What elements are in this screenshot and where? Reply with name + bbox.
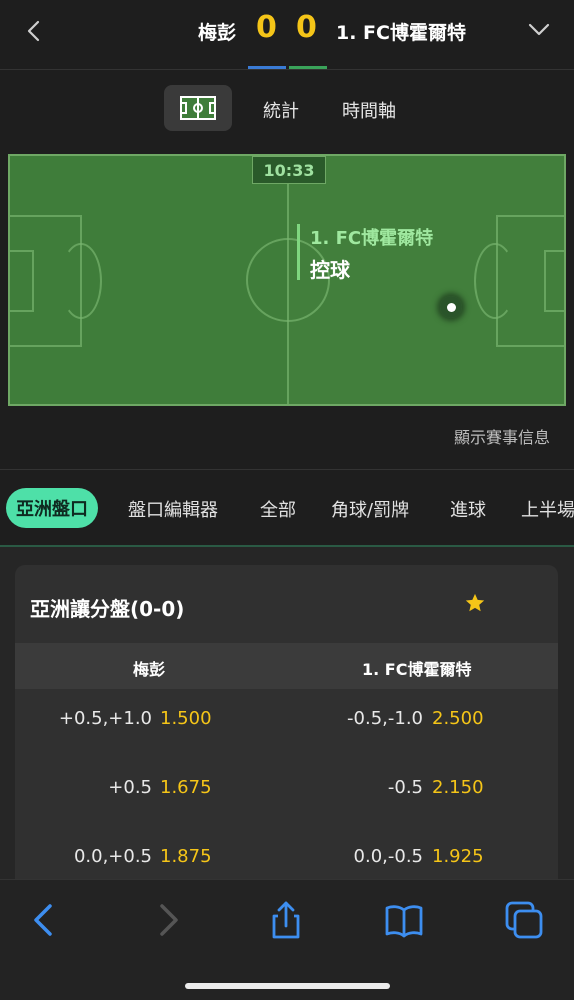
possession-marker xyxy=(297,224,300,280)
away-team-underline xyxy=(289,66,327,69)
column-home-team: 梅彭 xyxy=(133,660,166,679)
market-tabs: 亞洲盤口 盤口編輯器 全部 角球/罰牌 進球 上半場 xyxy=(0,486,574,530)
home-team-name: 梅彭 xyxy=(197,22,236,44)
left-goal-box xyxy=(10,250,34,312)
away-price-button[interactable]: 2.150 xyxy=(432,777,484,798)
right-goal-box xyxy=(544,250,564,312)
tab-asian-handicap[interactable]: 亞洲盤口 xyxy=(6,488,98,528)
share-icon[interactable] xyxy=(266,900,306,940)
home-team-underline xyxy=(248,66,286,69)
odds-row: +0.5,+1.0 1.500 -0.5,-1.0 2.500 xyxy=(15,708,558,748)
home-price-button[interactable]: 1.675 xyxy=(160,777,212,798)
view-tabs: 統計 時間軸 xyxy=(0,85,574,131)
tab-all[interactable]: 全部 xyxy=(260,496,296,522)
tab-pitch[interactable] xyxy=(164,85,232,131)
ball-icon xyxy=(440,296,462,318)
away-handicap: -0.5 xyxy=(387,777,423,798)
browser-back-icon[interactable] xyxy=(24,900,64,940)
tab-first-half[interactable]: 上半場 xyxy=(521,496,574,522)
home-handicap: +0.5,+1.0 xyxy=(58,708,152,729)
tab-corners-cards[interactable]: 角球/罰牌 xyxy=(331,496,409,522)
browser-toolbar xyxy=(0,879,574,1000)
home-price-button[interactable]: 1.500 xyxy=(160,708,212,729)
back-chevron-icon[interactable] xyxy=(24,20,44,42)
show-match-info-link[interactable]: 顯示賽事信息 xyxy=(454,424,550,448)
away-handicap: 0.0,-0.5 xyxy=(353,846,423,867)
match-clock: 10:33 xyxy=(252,156,326,184)
market-card: 亞洲讓分盤(0-0) 梅彭 1. FC博霍爾特 +0.5,+1.0 1.500 … xyxy=(15,565,558,895)
market-column-header: 梅彭 1. FC博霍爾特 xyxy=(15,643,558,689)
away-price-button[interactable]: 2.500 xyxy=(432,708,484,729)
home-price-button[interactable]: 1.875 xyxy=(160,846,212,867)
tabs-icon[interactable] xyxy=(504,900,544,940)
tab-stats[interactable]: 統計 xyxy=(263,97,299,123)
live-pitch: 10:33 1. FC博霍爾特 控球 xyxy=(8,154,566,406)
browser-forward-icon xyxy=(160,904,178,936)
divider xyxy=(0,469,574,470)
market-title: 亞洲讓分盤(0-0) xyxy=(30,597,185,621)
chevron-down-icon[interactable] xyxy=(528,22,550,38)
possession-team: 1. FC博霍爾特 xyxy=(310,228,434,249)
bookmarks-icon[interactable] xyxy=(384,900,424,940)
pitch-icon xyxy=(180,96,216,120)
left-penalty-arc xyxy=(60,243,102,319)
star-icon[interactable] xyxy=(464,592,486,614)
odds-row: +0.5 1.675 -0.5 2.150 xyxy=(15,777,558,817)
home-score: 0 xyxy=(256,10,277,45)
market-content: 亞洲讓分盤(0-0) 梅彭 1. FC博霍爾特 +0.5,+1.0 1.500 … xyxy=(0,547,574,895)
right-penalty-arc xyxy=(474,243,516,319)
tab-bet-builder[interactable]: 盤口編輯器 xyxy=(128,496,218,522)
tab-timeline[interactable]: 時間軸 xyxy=(342,97,396,123)
away-price-button[interactable]: 1.925 xyxy=(432,846,484,867)
away-handicap: -0.5,-1.0 xyxy=(347,708,423,729)
possession-label: 控球 xyxy=(310,258,350,282)
home-indicator xyxy=(185,983,390,989)
column-away-team: 1. FC博霍爾特 xyxy=(362,660,472,679)
tab-goals[interactable]: 進球 xyxy=(450,496,486,522)
match-header: 梅彭 0 0 1. FC博霍爾特 xyxy=(0,0,574,70)
home-handicap: +0.5 xyxy=(108,777,152,798)
away-team-name: 1. FC博霍爾特 xyxy=(336,22,466,44)
home-handicap: 0.0,+0.5 xyxy=(73,846,152,867)
away-score: 0 xyxy=(296,10,317,45)
